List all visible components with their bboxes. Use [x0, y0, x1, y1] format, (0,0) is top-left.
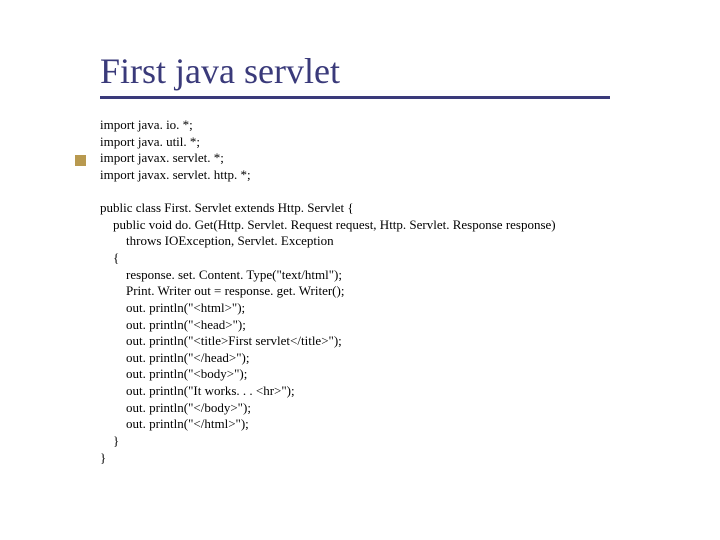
bullet-icon [75, 155, 86, 166]
title-underline [100, 96, 610, 99]
slide: First java servlet import java. io. *; i… [0, 0, 720, 540]
code-block: import java. io. *; import java. util. *… [100, 117, 720, 466]
slide-title: First java servlet [100, 50, 720, 92]
